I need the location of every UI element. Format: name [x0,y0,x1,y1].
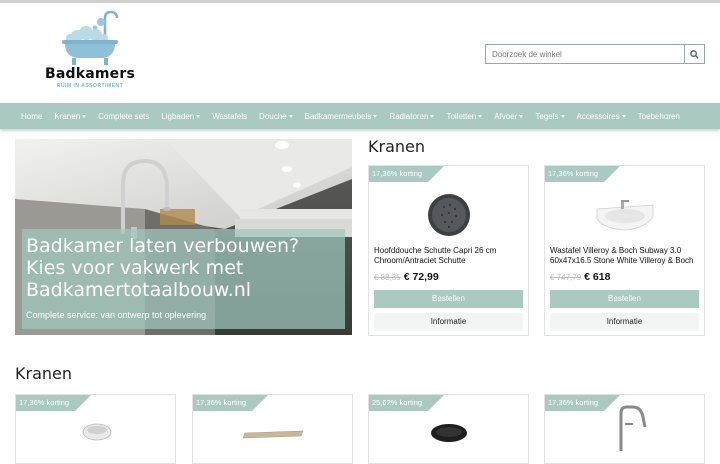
order-button[interactable]: Bestellen [550,290,699,308]
brand-logo[interactable]: Badkamers RUIM IN ASSORTIMENT [40,10,140,98]
chevron-down-icon [621,114,626,118]
nav-item-tegels[interactable]: Tegels [535,111,565,121]
section-title: Kranen [15,364,72,383]
discount-badge: 25,62% korting [369,395,444,411]
chevron-down-icon [560,114,565,118]
product-name[interactable]: Wastafel Villeroy & Boch Subway 3.0 60x4… [550,246,698,266]
hero-banner[interactable]: Badkamer laten verbouwen? Kies voor vakw… [15,139,352,335]
main-navigation: Home Kranen Complete sets Ligbaden Wastafels… [0,103,720,129]
hero-subtitle: Complete service: van ontwerp tot opleve… [26,310,207,320]
nav-item-label: Ligbaden [161,111,195,121]
nav-item-label: Afvoer [494,111,518,121]
nav-item-ligbaden[interactable]: Ligbaden [161,111,201,121]
discount-badge: 17,36% korting [16,395,91,411]
nav-item-home[interactable]: Home [21,112,42,121]
nav-item-toebehoren[interactable]: Toebehoren [638,112,680,121]
black-bowl-icon [431,424,467,442]
nav-item-badkamermeubels[interactable]: Badkamermeubels [305,112,378,121]
product-card[interactable]: 17,36% korting Wastafel Villeroy & Boch … [544,165,705,336]
chevron-down-icon [288,114,293,118]
current-price: € 618 [584,271,611,283]
product-card[interactable]: 17,36% korting [15,394,176,464]
featured-section-title: Kranen [368,137,425,156]
chevron-down-icon [196,114,201,118]
nav-item-label: Badkamermeubels [304,111,372,121]
info-button[interactable]: Informatie [374,313,523,331]
old-price: € 88,35 [374,273,401,282]
hero-title: Badkamer laten verbouwen? Kies voor vakw… [26,235,300,301]
nav-item-complete-sets[interactable]: Complete sets [98,112,149,121]
shelf-icon [242,430,304,439]
nav-item-label: Toiletten [446,111,477,121]
nav-item-label: Toebehoren [637,111,680,121]
nav-item-accessoires[interactable]: Accessoires [577,112,626,121]
bathtub-logo-icon [62,10,119,65]
discount-badge: 17,36% korting [369,166,444,182]
nav-item-label: Home [21,111,43,121]
nav-item-label: Tegels [535,111,559,121]
nav-item-kranen[interactable]: Kranen [54,111,87,121]
top-border [0,0,720,3]
old-price: € 747,79 [550,273,582,282]
product-name[interactable]: Hoofddouche Schutte Capri 26 cm Chroom/A… [374,246,522,266]
nav-item-label: Douche [259,111,287,121]
brand-name: Badkamers [44,66,136,82]
nav-item-radiatoren[interactable]: Radiatoren [389,111,435,121]
product-card[interactable]: 25,62% korting [368,394,529,464]
discount-badge: 17,36% korting [545,166,620,182]
search-button[interactable] [684,45,704,63]
product-card[interactable]: 17,36% korting [544,394,705,464]
nav-item-label: Complete sets [98,111,150,121]
product-image[interactable] [545,182,704,248]
nav-item-toiletten[interactable]: Toiletten [446,111,483,121]
search-input[interactable] [486,45,684,63]
product-card[interactable]: 17,36% korting [192,394,353,464]
product-price: € 88,35 € 72,99 [374,271,439,283]
nav-item-label: Radiatoren [389,111,429,121]
chevron-down-icon [430,114,435,118]
chevron-down-icon [373,114,378,118]
product-image[interactable] [369,182,528,248]
vessel-sink-icon [82,423,112,441]
brand-tagline: RUIM IN ASSORTIMENT [56,83,124,89]
current-price: € 72,99 [403,271,439,283]
nav-item-label: Accessoires [576,111,620,121]
search-icon [690,49,699,59]
product-card[interactable]: 17,36% korting Hoofddouche Schutte Capri… [368,165,529,336]
floor-tap-icon [619,405,647,451]
info-button[interactable]: Informatie [550,313,699,331]
shower-head-icon [427,194,470,236]
nav-item-douche[interactable]: Douche [259,112,293,121]
chevron-down-icon [478,114,483,118]
nav-item-wastafels[interactable]: Wastafels [212,112,247,121]
washbasin-icon [596,200,653,231]
order-button[interactable]: Bestellen [374,290,523,308]
hero-caption: Badkamer laten verbouwen? Kies voor vakw… [22,229,345,329]
chevron-down-icon [519,114,524,118]
nav-item-afvoer[interactable]: Afvoer [494,111,524,121]
discount-badge: 17,36% korting [193,395,268,411]
nav-item-label: Wastafels [212,111,248,121]
search-bar [485,44,705,64]
chevron-down-icon [82,114,87,118]
nav-item-label: Kranen [54,111,81,121]
product-price: € 747,79 € 618 [550,271,610,283]
